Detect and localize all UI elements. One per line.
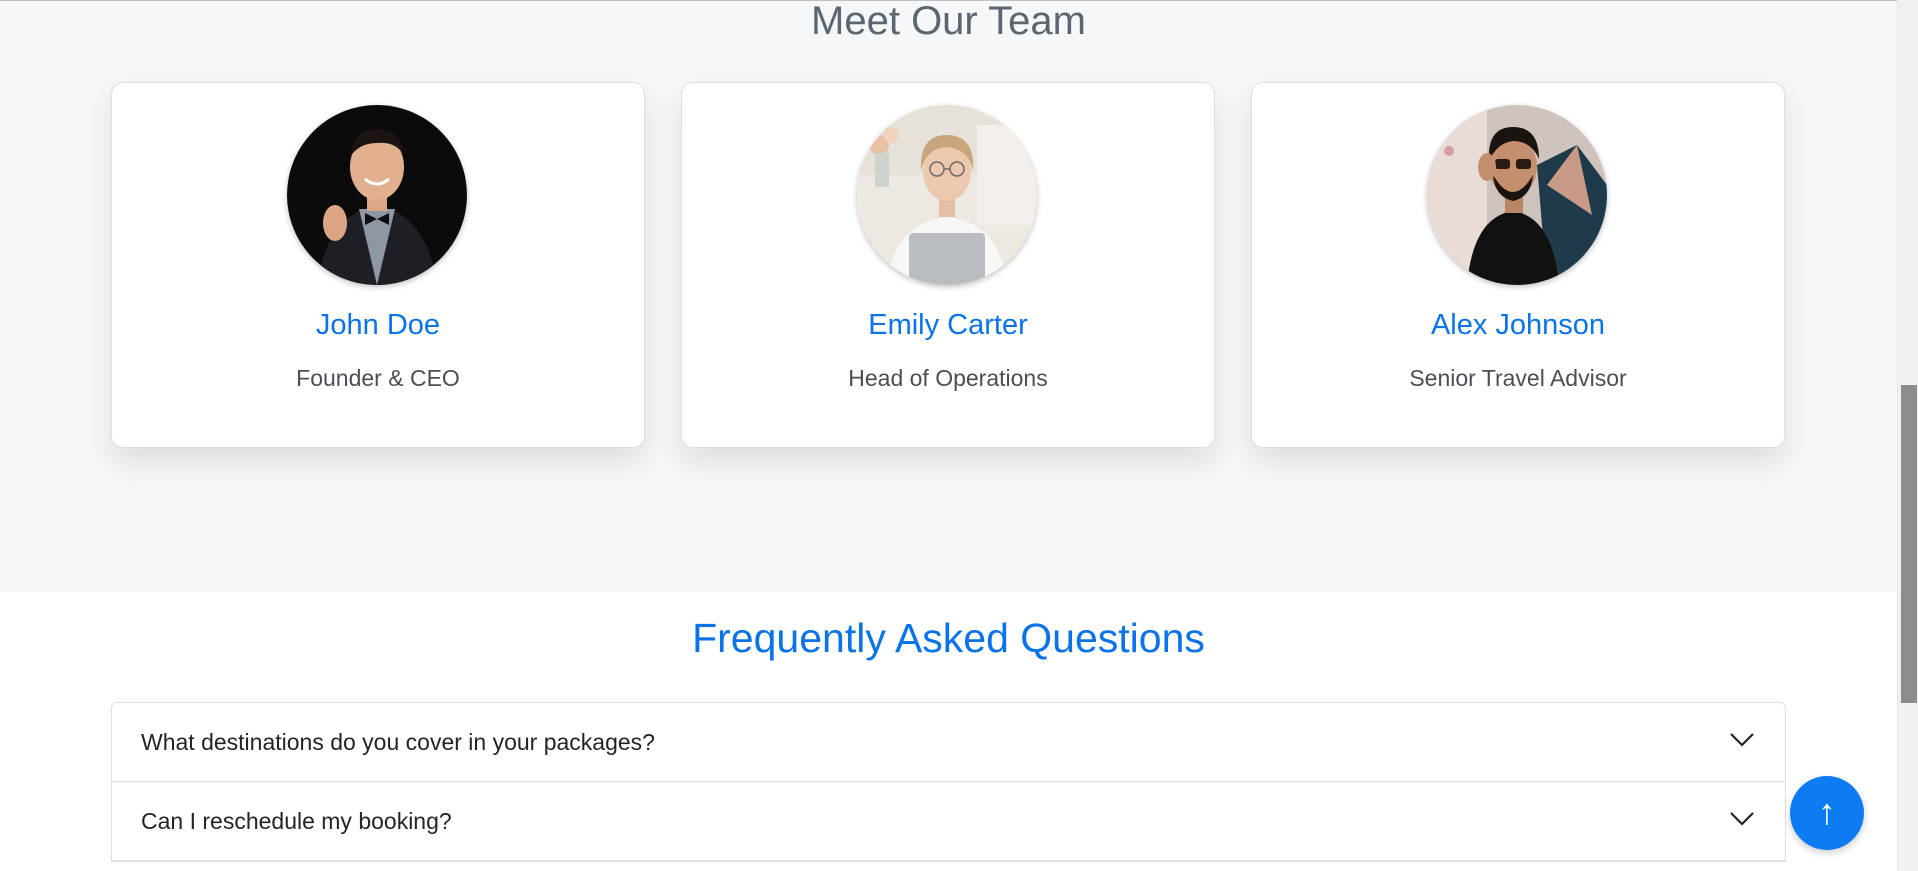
avatar-alex-johnson <box>1427 105 1607 285</box>
team-grid: John Doe Founder & CEO Emily Carter Head… <box>111 82 1785 448</box>
faq-question: Can I reschedule my booking? <box>141 808 452 834</box>
chevron-down-icon <box>1730 733 1754 747</box>
faq-item[interactable]: What destinations do you cover in your p… <box>112 703 1785 782</box>
avatar-emily-carter <box>857 105 1037 285</box>
main-content: Meet Our Team John Doe Founder & CEO Emi… <box>0 0 1897 871</box>
member-name: John Doe <box>315 309 441 341</box>
team-card-emily-carter: Emily Carter Head of Operations <box>681 82 1215 448</box>
team-card-john-doe: John Doe Founder & CEO <box>111 82 645 448</box>
member-role: Senior Travel Advisor <box>1409 365 1627 391</box>
faq-question: What destinations do you cover in your p… <box>141 729 655 755</box>
faq-accordion: What destinations do you cover in your p… <box>111 702 1786 862</box>
avatar-john-doe <box>287 105 467 285</box>
member-name: Emily Carter <box>868 309 1028 341</box>
faq-item[interactable]: Can I reschedule my booking? <box>112 782 1785 861</box>
team-title: Meet Our Team <box>811 0 1086 43</box>
team-section: Meet Our Team John Doe Founder & CEO Emi… <box>0 0 1897 592</box>
team-card-alex-johnson: Alex Johnson Senior Travel Advisor <box>1251 82 1785 448</box>
chevron-down-icon <box>1730 812 1754 826</box>
faq-title: Frequently Asked Questions <box>692 615 1205 661</box>
member-role: Founder & CEO <box>296 365 460 391</box>
arrow-up-icon: ↑ <box>1818 791 1836 832</box>
scrollbar-thumb[interactable] <box>1901 385 1917 703</box>
page: Meet Our Team John Doe Founder & CEO Emi… <box>0 0 1918 871</box>
member-name: Alex Johnson <box>1430 309 1606 341</box>
member-role: Head of Operations <box>848 365 1048 391</box>
scroll-to-top-button[interactable]: ↑ <box>1790 776 1864 850</box>
scrollbar[interactable] <box>1897 0 1918 871</box>
